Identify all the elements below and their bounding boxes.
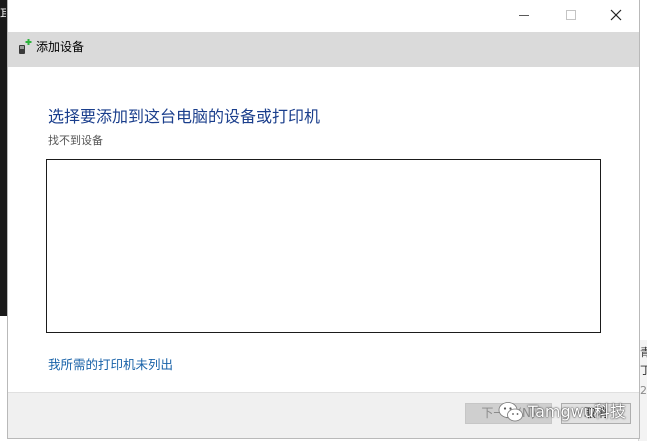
dialog-title: 添加设备 xyxy=(36,40,85,54)
minimize-icon xyxy=(519,15,529,16)
add-device-icon xyxy=(19,39,32,54)
wechat-icon xyxy=(498,402,523,422)
close-icon xyxy=(610,9,622,21)
background-left-glyph: 耳 xyxy=(0,8,6,20)
title-bar[interactable] xyxy=(8,0,639,32)
maximize-icon xyxy=(566,10,576,20)
dialog-content: 选择要添加到这台电脑的设备或打印机 找不到设备 我所需的打印机未列出 xyxy=(8,67,639,392)
printer-not-listed-link[interactable]: 我所需的打印机未列出 xyxy=(48,356,173,374)
device-list[interactable] xyxy=(46,159,601,333)
watermark-text: Tamgwu科技 xyxy=(528,402,626,421)
background-right-glyph: 丁 xyxy=(640,364,647,377)
page-heading: 选择要添加到这台电脑的设备或打印机 xyxy=(48,107,321,126)
watermark: Tamgwu科技 xyxy=(498,399,626,425)
dialog-header: 添加设备 xyxy=(8,32,639,67)
close-button[interactable] xyxy=(593,0,639,30)
background-right-glyph: 2 xyxy=(640,384,647,397)
add-device-dialog: 添加设备 选择要添加到这台电脑的设备或打印机 找不到设备 我所需的打印机未列出 … xyxy=(8,0,639,438)
minimize-button[interactable] xyxy=(501,0,547,30)
background-window-right: 青 丁 2 xyxy=(638,340,647,441)
background-right-glyph: 青 xyxy=(640,346,647,359)
search-status-text: 找不到设备 xyxy=(48,134,103,147)
screen: 耳 青 丁 2 添加设备 选择要添加到这台电脑的设备或打印机 找不到设备 我所需… xyxy=(0,0,647,441)
maximize-button[interactable] xyxy=(548,0,594,30)
